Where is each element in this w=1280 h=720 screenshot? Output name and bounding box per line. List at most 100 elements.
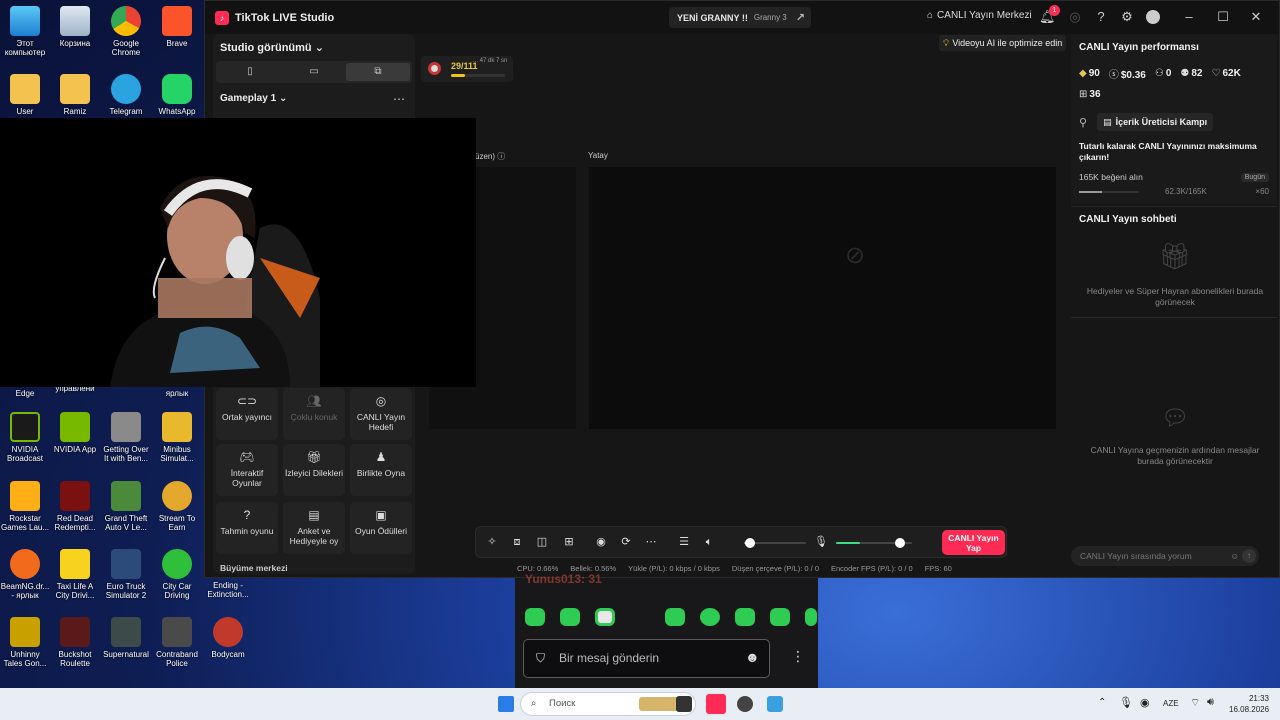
desktop-icon-beamng[interactable]: BeamNG.dr... - ярлык (0, 549, 50, 600)
tool-game-rewards[interactable]: ▣ Oyun Ödülleri (350, 502, 412, 554)
screen-capture-icon[interactable]: ⧈ (510, 535, 524, 549)
desktop-icon-nvidia-app[interactable]: NVIDIA App (50, 412, 100, 454)
clock[interactable]: 21:33 16.08.2026 (1229, 693, 1269, 715)
desktop-icon-brave[interactable]: Brave (152, 6, 202, 48)
desktop-icon-shortcut[interactable]: ярлык (152, 389, 202, 398)
horizontal-preview[interactable] (589, 167, 1056, 429)
mic-slider[interactable] (836, 538, 912, 548)
volume-slider[interactable] (744, 538, 806, 548)
mic-knob[interactable] (894, 538, 905, 548)
desktop-icon-gta[interactable]: Grand Theft Auto V Le... (101, 481, 151, 532)
chevron-up-icon[interactable]: ⌃ (1098, 697, 1106, 708)
ai-optimize-tip[interactable]: 💡︎ Videoyu AI ile optimize edin (939, 35, 1067, 51)
emoji-icon[interactable]: ☺ (1230, 546, 1239, 566)
desktop-icon-telegram[interactable]: Telegram (101, 74, 151, 116)
speaker-icon[interactable]: 🔈︎ (702, 535, 716, 549)
send-message-input[interactable]: ⛉ Bir mesaj gönderin ☻ (523, 639, 770, 678)
emote-icon[interactable] (665, 608, 685, 626)
emote-icon[interactable] (735, 608, 755, 626)
info-icon[interactable]: ⓘ (497, 152, 505, 161)
volume-knob[interactable] (744, 538, 755, 548)
horizontal-layout-icon[interactable]: ▭ (282, 63, 346, 81)
desktop-icon-bodycam[interactable]: Bodycam (203, 617, 253, 659)
mixer-settings-icon[interactable]: ☰ (677, 535, 691, 549)
minimize-icon[interactable]: – (1181, 9, 1197, 25)
desktop-icon-chrome[interactable]: Google Chrome (101, 6, 151, 57)
desktop-icon-user[interactable]: User (0, 74, 50, 116)
add-source-icon[interactable]: ⊞ (562, 535, 576, 549)
desktop-icon-rockstar[interactable]: Rockstar Games Lau... (0, 481, 50, 532)
emote-icon[interactable] (770, 608, 790, 626)
microphone-icon[interactable]: 🎙︎ (814, 535, 828, 549)
settings-gear-icon[interactable]: ⚙ (1119, 9, 1135, 25)
send-icon[interactable]: ↑ (1242, 549, 1256, 563)
language-indicator[interactable]: AZE (1163, 699, 1179, 708)
tiktok-taskbar-icon[interactable] (706, 694, 726, 714)
more-options-icon[interactable]: ⋯ (393, 92, 405, 106)
taskbar-search[interactable]: ⌕ Поиск (520, 692, 696, 716)
emote-icon[interactable] (805, 608, 817, 626)
desktop-icon-this-pc[interactable]: Этот компьютер (0, 6, 50, 57)
notification-bell-icon[interactable]: 🔔︎ 1 (1039, 5, 1060, 25)
help-icon[interactable]: ? (1093, 9, 1109, 25)
windows-start-icon[interactable] (498, 696, 514, 712)
emote-icon[interactable] (525, 608, 545, 626)
desktop-icon-taxi-life[interactable]: Taxi Life A City Drivi... (50, 549, 100, 600)
creator-camp-button[interactable]: ▤ İçerik Üreticisi Kampı (1097, 113, 1214, 131)
scene-dropdown[interactable]: Gameplay 1 ⌄ (220, 93, 287, 104)
desktop-icon-contraband[interactable]: Contraband Police (152, 617, 202, 668)
tool-multi-guest[interactable]: 👥︎ Çoklu konuk (283, 388, 345, 440)
emote-icon[interactable] (595, 608, 615, 626)
microphone-tray-icon[interactable]: 🎙︎ (1119, 696, 1133, 709)
avatar[interactable] (1146, 10, 1160, 24)
emote-icon[interactable] (700, 608, 720, 626)
game-selector[interactable]: YENİ GRANNY !! Granny 3 ↗ (669, 7, 811, 28)
live-center-link[interactable]: ⌂ CANLI Yayın Merkezi (927, 10, 1032, 21)
tool-cohost[interactable]: ⊂⊃ Ortak yayıncı (216, 388, 278, 440)
webcam-tray-icon[interactable]: ◉ (1140, 696, 1150, 709)
growth-center-link[interactable]: Büyüme merkezi (220, 563, 288, 573)
user-edit-icon[interactable]: ⚲ (1079, 116, 1087, 129)
tool-poll[interactable]: ▤ Anket ve Hediyeyle oy (283, 502, 345, 554)
go-live-button[interactable]: CANLI Yayın Yap (942, 530, 1005, 555)
desktop-icon-stream-to-earn[interactable]: Stream To Earn (152, 481, 202, 532)
desktop-icon-buckshot[interactable]: Buckshot Roulette (50, 617, 100, 668)
desktop-icon-ramiz[interactable]: Ramiz (50, 74, 100, 116)
task-view-icon[interactable] (676, 696, 692, 712)
share-icon[interactable]: ↗ (796, 11, 805, 24)
emote-icon[interactable] (560, 608, 580, 626)
desktop-icon-edge[interactable]: Edge (0, 389, 50, 398)
maximize-icon[interactable]: ☐ (1215, 9, 1231, 25)
desktop-icon-rdr[interactable]: Red Dead Redempti... (50, 481, 100, 532)
replay-icon[interactable]: ⟳ (619, 535, 633, 549)
desktop-icon-supernatural[interactable]: Supernatural (101, 617, 151, 659)
tool-play-together[interactable]: ♟ Birlikte Oyna (350, 444, 412, 496)
volume-tray-icon[interactable]: 🔊︎ (1207, 696, 1214, 709)
desktop-icon-ets2[interactable]: Euro Truck Simulator 2 (101, 549, 151, 600)
app-taskbar-icon[interactable] (767, 696, 783, 712)
desktop-icon-whatsapp[interactable]: WhatsApp (152, 74, 202, 116)
magic-wand-icon[interactable]: ✧ (485, 535, 499, 549)
wifi-icon[interactable]: ⌔ (1190, 696, 1200, 710)
camera-icon[interactable]: ◫ (535, 535, 549, 549)
emoji-icon[interactable]: ☻ (745, 649, 760, 665)
tool-viewer-wishes[interactable]: 🎁︎ İzleyici Dilekleri (283, 444, 345, 496)
desktop-icon-nvidia-broadcast[interactable]: NVIDIA Broadcast (0, 412, 50, 463)
more-vertical-icon[interactable]: ⋮ (791, 648, 805, 665)
record-icon[interactable]: ◉ (594, 535, 608, 549)
desktop-icon-minibus[interactable]: Minibus Simulat... (152, 412, 202, 463)
studio-view-dropdown[interactable]: Studio görünümü ⌄ (220, 41, 324, 54)
desktop-icon-city-car[interactable]: City Car Driving (152, 549, 202, 600)
tool-live-goal[interactable]: ◎ CANLI Yayın Hedefi (350, 388, 412, 440)
dual-layout-icon[interactable]: ⧉ (346, 63, 410, 81)
desktop-icon-ending[interactable]: Ending - Extinction... (203, 581, 253, 599)
vertical-layout-icon[interactable]: ▯ (218, 63, 282, 81)
close-icon[interactable]: ✕ (1248, 9, 1264, 25)
desktop-icon-getting-over-it[interactable]: Getting Over It with Ben... (101, 412, 151, 463)
desktop-icon-recycle-bin[interactable]: Корзина (50, 6, 100, 48)
tool-interactive-games[interactable]: 🎮︎ İnteraktif Oyunlar (216, 444, 278, 496)
desktop-icon-tales[interactable]: Unhinny Tales Gon... (0, 617, 50, 668)
obs-taskbar-icon[interactable] (737, 696, 753, 712)
more-icon[interactable]: ⋯ (644, 535, 658, 549)
chat-comment-input[interactable]: CANLI Yayın sırasında yorum ☺ ↑ (1071, 546, 1259, 566)
